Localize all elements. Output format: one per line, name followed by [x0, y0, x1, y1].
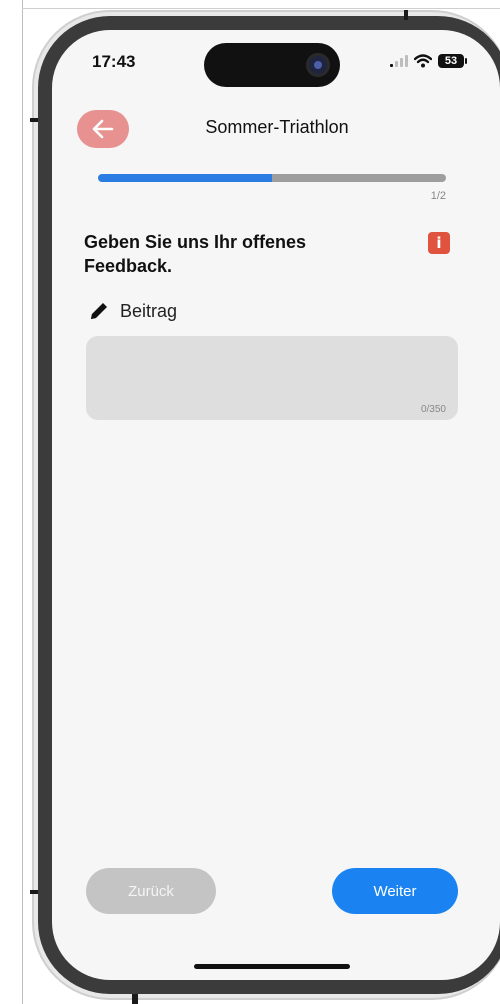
next-button[interactable]: Weiter: [332, 868, 458, 914]
page-left-border: [22, 0, 23, 1004]
progress-label: 1/2: [430, 190, 446, 202]
home-indicator: [194, 964, 350, 969]
status-icons: 53: [390, 54, 467, 68]
dynamic-island: [204, 43, 340, 87]
progress-fill: [98, 174, 272, 182]
battery-icon: 53: [438, 54, 467, 68]
phone-side-button: [404, 10, 408, 20]
status-time: 17:43: [92, 52, 136, 71]
question-text: Geben Sie uns Ihr offenes Feedback.: [84, 232, 307, 276]
cellular-signal-icon: [390, 55, 408, 67]
page-title: Sommer-Triathlon: [205, 117, 349, 137]
phone-side-button: [132, 994, 138, 1004]
camera-icon: [306, 53, 330, 77]
phone-side-button: [30, 890, 38, 894]
arrow-left-icon: [92, 119, 114, 139]
page-top-border: [22, 8, 500, 9]
previous-button[interactable]: Zurück: [86, 868, 216, 914]
field-label: Beitrag: [120, 300, 178, 321]
info-icon[interactable]: i: [428, 232, 450, 254]
pencil-icon: [91, 303, 107, 319]
wifi-icon: [414, 54, 432, 68]
character-counter: 0/350: [420, 404, 446, 415]
phone-screen: 17:43 53 Sommer-Triathlon 1/2 Geben Sie …: [52, 30, 500, 980]
field-label-row: Beitrag: [88, 300, 177, 322]
phone-side-button: [30, 118, 38, 122]
back-button[interactable]: [77, 110, 129, 148]
progress-bar: [98, 174, 446, 182]
